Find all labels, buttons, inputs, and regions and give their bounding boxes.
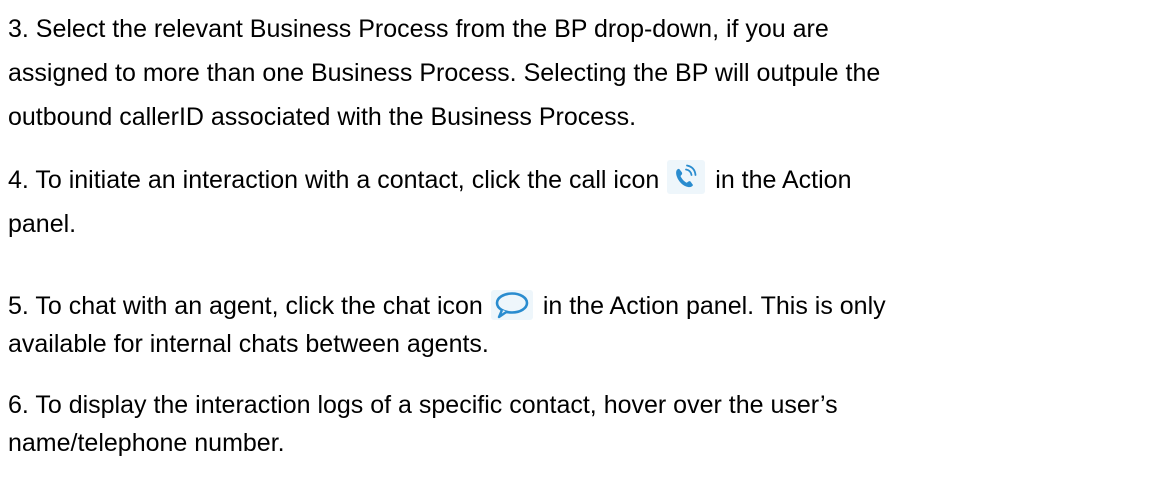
step-5-text-after-icon: in the Action panel. This is only — [542, 292, 886, 320]
step-6-paragraph: 6. To display the interaction logs of a … — [8, 386, 838, 462]
step-6-line-2: name/telephone number. — [8, 429, 285, 457]
step-3-line-2: assigned to more than one Business Proce… — [8, 59, 881, 87]
step-4-text-before-icon: 4. To initiate an interaction with a con… — [8, 166, 660, 194]
step-5-line-2: available for internal chats between age… — [8, 330, 489, 358]
phone-call-icon — [667, 160, 706, 194]
step-5-line-1: 5. To chat with an agent, click the chat… — [8, 287, 886, 325]
step-4-paragraph: 4. To initiate an interaction with a con… — [8, 158, 852, 246]
step-6-line-1: 6. To display the interaction logs of a … — [8, 391, 838, 419]
step-4-text-after-icon: in the Action — [715, 166, 852, 194]
step-4-line-1: 4. To initiate an interaction with a con… — [8, 158, 852, 202]
step-5-paragraph: 5. To chat with an agent, click the chat… — [8, 287, 886, 363]
step-3-line-1: 3. Select the relevant Business Process … — [8, 15, 829, 43]
step-3-line-3: outbound callerID associated with the Bu… — [8, 103, 637, 131]
step-4-line-2: panel. — [8, 210, 77, 238]
chat-bubble-icon — [490, 290, 533, 320]
step-3-paragraph: 3. Select the relevant Business Process … — [8, 7, 880, 139]
step-5-text-before-icon: 5. To chat with an agent, click the chat… — [8, 292, 483, 320]
